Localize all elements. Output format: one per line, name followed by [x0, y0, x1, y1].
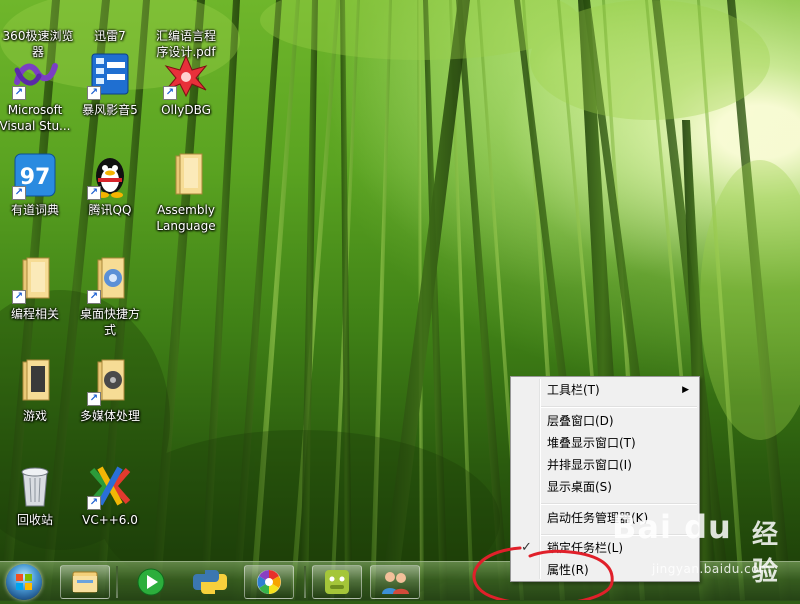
qq-penguin-icon: ↗: [86, 152, 134, 200]
shortcut-arrow-icon: ↗: [12, 186, 26, 200]
watermark-brand: Bai du: [612, 508, 732, 546]
folder-icon: [162, 152, 210, 200]
desktop-icon-label: 多媒体处理: [79, 409, 140, 423]
desktop-icon-assembly-language[interactable]: Assembly Language: [148, 152, 224, 234]
watermark-jingyan: 经验: [752, 520, 779, 587]
desktop-icon-label: 腾讯QQ: [88, 203, 132, 217]
pdf-icon: [162, 0, 210, 26]
recycle-bin-icon: [11, 462, 59, 510]
users-icon: [382, 572, 409, 594]
shortcut-arrow-icon: ↗: [12, 290, 26, 304]
shortcut-arrow-icon: ↗: [12, 86, 26, 100]
desktop-icon-label: 暴风影音5: [82, 103, 138, 117]
menu-separator: [541, 503, 697, 505]
menu-item-label: 工具栏(T): [547, 383, 600, 397]
menu-item-side-by-side[interactable]: 并排显示窗口(I): [513, 455, 697, 475]
shortcut-arrow-icon: ↗: [87, 290, 101, 304]
browser-icon: [14, 0, 62, 26]
folder-icon: ↗: [86, 256, 134, 304]
desktop-icon-label: 桌面快捷方 式: [79, 307, 140, 337]
desktop-icon-label: Microsoft Visual Stu...: [0, 103, 71, 133]
vc-icon: ↗: [86, 462, 134, 510]
desktop-icon-label: 回收站: [16, 513, 53, 527]
desktop-icon-games[interactable]: 游戏: [0, 358, 73, 424]
desktop-icon-youdao[interactable]: 97 ↗ 有道词典: [0, 152, 73, 218]
desktop-icon-thunder[interactable]: 迅雷7: [72, 0, 148, 44]
menu-item-toolbars[interactable]: 工具栏(T) ▶: [513, 380, 697, 400]
menu-separator: [541, 406, 697, 408]
media-player-icon: ↗: [86, 52, 134, 100]
desktop-icon-baofeng[interactable]: ↗ 暴风影音5: [72, 52, 148, 118]
submenu-arrow-icon: ▶: [682, 385, 689, 395]
debugger-icon: ↗: [162, 52, 210, 100]
menu-item-label: 层叠窗口(D): [547, 414, 614, 428]
media-play-icon: [137, 568, 165, 596]
desktop-icon-label: 编程相关: [10, 307, 59, 321]
taskbar-separator: [116, 566, 118, 598]
menu-item-label: 堆叠显示窗口(T): [547, 436, 636, 450]
file-explorer-icon: [72, 571, 98, 593]
taskbar-color-app-button[interactable]: [244, 565, 294, 599]
menu-item-label: 属性(R): [547, 563, 589, 577]
desktop-icon-vc6[interactable]: ↗ VC++6.0: [72, 462, 148, 528]
visual-studio-icon: ↗: [11, 52, 59, 100]
android-icon: [325, 570, 349, 594]
menu-item-label: 显示桌面(S): [547, 480, 612, 494]
thunder-icon: [86, 0, 134, 26]
taskbar-file-explorer-button[interactable]: [60, 565, 110, 599]
python-icon: [193, 570, 227, 594]
desktop-icon-recycle-bin[interactable]: 回收站: [0, 462, 73, 528]
taskbar-android-button[interactable]: [312, 565, 362, 599]
baidu-jingyan-watermark: Bai du 经验 jingyan.baidu.com: [612, 508, 800, 588]
taskbar-media-player-button[interactable]: [124, 565, 174, 599]
shortcut-arrow-icon: ↗: [87, 392, 101, 406]
desktop-icon-programming[interactable]: ↗ 编程相关: [0, 256, 73, 322]
folder-icon: ↗: [11, 256, 59, 304]
desktop-icon-qq[interactable]: ↗ 腾讯QQ: [72, 152, 148, 218]
menu-item-show-desktop[interactable]: 显示桌面(S): [513, 477, 697, 497]
desktop-icon-label: 游戏: [22, 409, 47, 423]
folder-icon: ↗: [86, 358, 134, 406]
desktop-icon-asm-pdf[interactable]: 汇编语言程 序设计.pdf: [148, 0, 224, 60]
menu-item-stacked[interactable]: 堆叠显示窗口(T): [513, 433, 697, 453]
taskbar-python-button[interactable]: [184, 565, 234, 599]
desktop-icon-ollydbg[interactable]: ↗ OllyDBG: [148, 52, 224, 118]
shortcut-arrow-icon: ↗: [87, 186, 101, 200]
desktop-icon-multimedia[interactable]: ↗ 多媒体处理: [72, 358, 148, 424]
menu-item-cascade[interactable]: 层叠窗口(D): [513, 411, 697, 431]
desktop-icon-label: VC++6.0: [82, 513, 138, 527]
folder-icon: [11, 358, 59, 406]
taskbar-separator: [304, 566, 306, 598]
desktop-icon-360-browser[interactable]: 360极速浏览 器: [0, 0, 76, 60]
menu-item-label: 并排显示窗口(I): [547, 458, 632, 472]
desktop-icon-label: 迅雷7: [94, 29, 126, 43]
taskbar-users-button[interactable]: [370, 565, 420, 599]
shortcut-arrow-icon: ↗: [87, 86, 101, 100]
desktop-icon-label: OllyDBG: [161, 103, 211, 117]
check-mark-icon: ✓: [521, 540, 532, 555]
dictionary-icon: 97 ↗: [11, 152, 59, 200]
windows-start-icon[interactable]: [6, 564, 42, 600]
desktop-icon-desktop-shortcuts[interactable]: ↗ 桌面快捷方 式: [72, 256, 148, 338]
desktop-icon-label: Assembly Language: [156, 203, 216, 233]
desktop-icon-label: 有道词典: [10, 203, 59, 217]
color-wheel-icon: [257, 570, 281, 594]
shortcut-arrow-icon: ↗: [163, 86, 177, 100]
shortcut-arrow-icon: ↗: [87, 496, 101, 510]
desktop-icon-visual-studio[interactable]: ↗ Microsoft Visual Stu...: [0, 52, 73, 134]
watermark-url: jingyan.baidu.com: [652, 562, 772, 576]
